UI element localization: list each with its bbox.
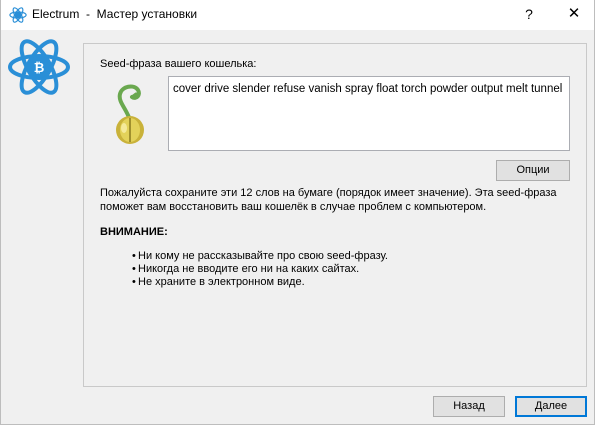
options-button[interactable]: Опции [496,160,570,181]
warning-item: • Ни кому не рассказывайте про свою seed-… [132,250,388,263]
wizard-content-panel: Seed-фраза вашего кошелька: cover drive … [83,43,587,387]
close-button[interactable]: ✕ [564,4,584,24]
warning-item-text: Ни кому не рассказывайте про свою seed-ф… [138,250,388,262]
next-button[interactable]: Далее [515,396,587,417]
warning-item: • Никогда не вводите его ни на каких сайт… [132,263,388,276]
warning-item-text: Никогда не вводите его ни на каких сайта… [138,263,360,275]
warning-item-text: Не храните в электронном виде. [138,276,305,288]
seed-label: Seed-фраза вашего кошелька: [100,58,257,70]
window-title: Electrum - Мастер установки [32,7,198,21]
title-bar: Electrum - Мастер установки ? ✕ [1,0,594,30]
back-button[interactable]: Назад [433,396,505,417]
svg-text:₿: ₿ [34,61,45,76]
electrum-logo-icon: ₿ [8,39,70,95]
warning-list: • Ни кому не рассказывайте про свою seed-… [132,250,388,289]
warning-item: • Не храните в электронном виде. [132,276,388,289]
help-button[interactable]: ? [521,4,537,24]
setup-wizard-window: Electrum - Мастер установки ? ✕ ₿ Seed-ф… [0,0,595,425]
warning-title: ВНИМАНИЕ: [100,226,168,238]
seed-instructions: Пожалуйста сохраните эти 12 слов на бума… [100,187,557,213]
electrum-app-icon [9,7,27,23]
seed-sprout-icon [116,84,144,144]
seed-phrase-field[interactable]: cover drive slender refuse vanish spray … [168,76,570,151]
